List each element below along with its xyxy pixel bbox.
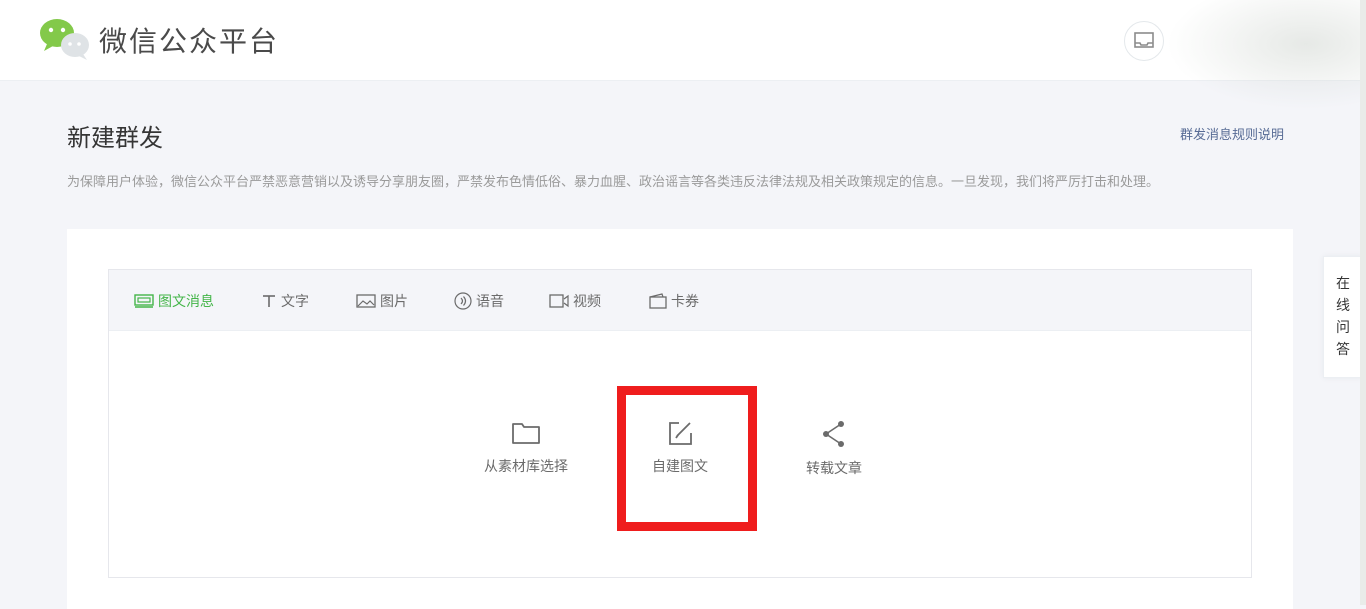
tab-label: 图片: [380, 294, 408, 310]
tab-label: 卡券: [671, 294, 699, 310]
create-article-button[interactable]: 自建图文: [625, 420, 735, 476]
top-bar: 微信公众平台: [0, 0, 1366, 81]
policy-notice: 为保障用户体验，微信公众平台严禁恶意营销以及诱导分享朋友圈，严禁发布色情低俗、暴…: [67, 175, 1160, 190]
select-from-library-button[interactable]: 从素材库选择: [471, 420, 581, 476]
message-type-tabs: 图文消息 文字 图片 语音 视频 卡券: [109, 270, 1251, 331]
brand-title[interactable]: 微信公众平台: [99, 20, 279, 60]
tab-voice[interactable]: 语音: [454, 291, 504, 311]
image-icon: [356, 294, 376, 308]
page-scrollbar[interactable]: [1360, 0, 1366, 605]
wechat-logo-icon[interactable]: [39, 17, 91, 61]
message-editor: 图文消息 文字 图片 语音 视频 卡券 从素材库选择 自建图文 转载文章: [108, 269, 1252, 578]
voice-icon: [454, 292, 472, 310]
tab-text[interactable]: 文字: [261, 291, 309, 311]
tab-card[interactable]: 卡券: [649, 291, 699, 311]
tab-label: 视频: [573, 294, 601, 310]
text-icon: [263, 295, 275, 307]
action-label: 自建图文: [652, 459, 708, 475]
tab-label: 文字: [281, 294, 309, 310]
rules-link[interactable]: 群发消息规则说明: [1180, 124, 1284, 143]
card-icon: [649, 293, 667, 309]
news-icon: [134, 294, 154, 308]
tab-label: 图文消息: [158, 294, 214, 310]
video-icon: [549, 294, 569, 308]
repost-article-button[interactable]: 转载文章: [779, 420, 889, 478]
online-qa-label: 在线问答: [1336, 276, 1350, 358]
edit-icon: [669, 422, 692, 445]
tab-label: 语音: [476, 294, 504, 310]
share-icon: [823, 421, 844, 447]
tab-image[interactable]: 图片: [356, 291, 408, 311]
folder-icon: [512, 423, 540, 444]
online-qa-button[interactable]: 在线问答: [1323, 256, 1363, 378]
action-label: 转载文章: [806, 461, 862, 477]
tab-video[interactable]: 视频: [549, 291, 601, 311]
tab-news[interactable]: 图文消息: [134, 291, 214, 311]
page-title: 新建群发: [67, 124, 163, 152]
mail-button[interactable]: [1124, 21, 1164, 61]
action-label: 从素材库选择: [484, 459, 568, 475]
mail-icon: [1134, 32, 1154, 48]
